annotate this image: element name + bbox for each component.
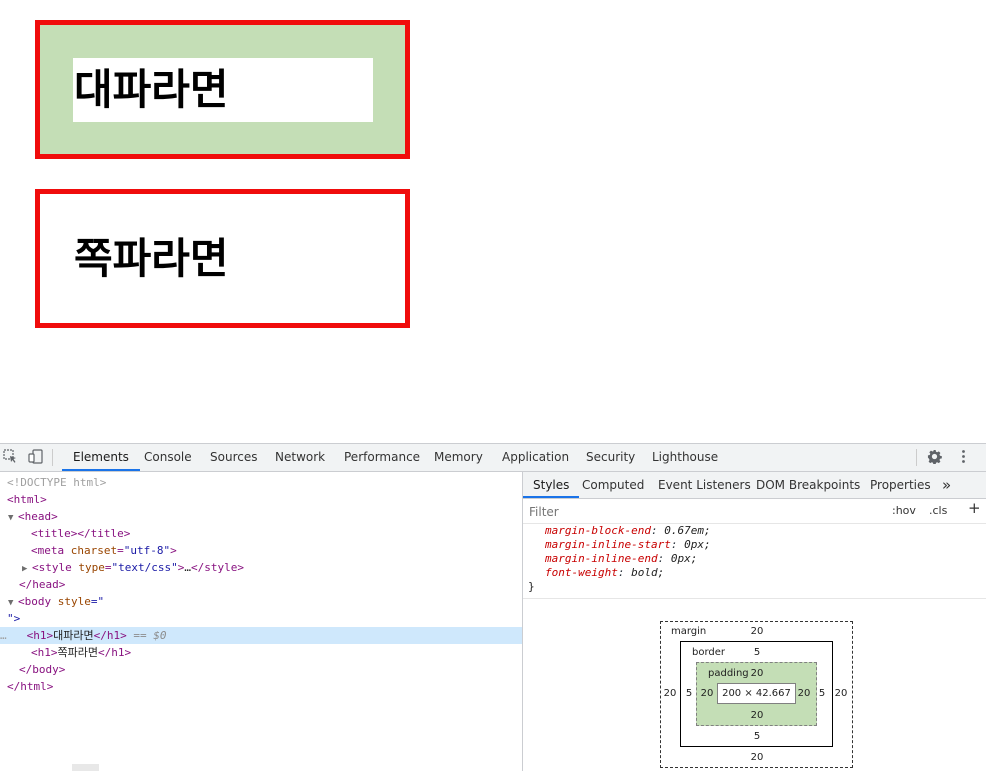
tree-meta[interactable]: <meta charset="utf-8"> <box>0 542 522 559</box>
margin-top-value[interactable]: 20 <box>745 626 769 637</box>
meta-attr-value: "utf-8" <box>123 544 171 557</box>
heading-1: 대파라면 <box>74 65 229 114</box>
content-area-2: 쪽파라면 <box>73 227 373 291</box>
css-declaration[interactable]: margin-inline-end: 0px; <box>545 552 697 566</box>
tab-security[interactable]: Security <box>586 444 635 471</box>
css-declaration[interactable]: margin-inline-start: 0px; <box>545 538 711 552</box>
tree-doctype[interactable]: <!DOCTYPE html> <box>0 474 522 491</box>
border-top-value[interactable]: 5 <box>745 647 769 658</box>
css-declaration[interactable]: margin-block-end: 0.67em; <box>545 524 711 538</box>
tree-body-close[interactable]: </body> <box>0 661 522 678</box>
tree-h1-second[interactable]: <h1>쪽파라면</h1> <box>0 644 522 661</box>
tab-performance[interactable]: Performance <box>344 444 420 471</box>
side-tabs: Styles Computed Event Listeners DOM Brea… <box>523 472 986 499</box>
border-left-value[interactable]: 5 <box>684 688 694 699</box>
tree-body[interactable]: ▼ <body style=" <box>0 593 522 610</box>
device-toggle-icon[interactable] <box>27 449 44 466</box>
title-tag: <title></title> <box>31 527 131 540</box>
content-size-value[interactable]: 200 × 42.667 <box>718 688 795 699</box>
tree-h1-selected[interactable]: … <h1>대파라면</h1> == $0 <box>0 627 522 644</box>
cls-button[interactable]: .cls <box>929 503 947 519</box>
tab-sources[interactable]: Sources <box>210 444 257 471</box>
style-close-tag: </style> <box>190 561 244 574</box>
filter-bar: :hov .cls + <box>523 499 986 524</box>
tab-elements[interactable]: Elements <box>62 444 140 471</box>
style-attr-name: type <box>78 561 105 574</box>
padding-left-value[interactable]: 20 <box>699 688 715 699</box>
style-ellipsis: … <box>184 561 191 574</box>
heading-box-1: 대파라면 <box>35 20 410 159</box>
tree-title[interactable]: <title></title> <box>0 525 522 542</box>
heading-box-2: 쪽파라면 <box>35 189 410 328</box>
styles-pane: Styles Computed Event Listeners DOM Brea… <box>523 472 986 771</box>
toolbar-divider-right <box>916 449 917 466</box>
margin-label: margin <box>671 626 707 637</box>
tab-event-listeners[interactable]: Event Listeners <box>658 472 751 498</box>
head-open-tag: <head> <box>18 510 58 523</box>
tree-head-close[interactable]: </head> <box>0 576 522 593</box>
body-attr-open: =" <box>90 595 105 608</box>
body-close-tag: </body> <box>19 663 66 676</box>
head-close-tag: </head> <box>19 578 66 591</box>
padding-right-value[interactable]: 20 <box>796 688 812 699</box>
tab-console[interactable]: Console <box>144 444 192 471</box>
html-close-tag: </html> <box>7 680 54 693</box>
meta-tag-name: meta <box>37 544 65 557</box>
tab-network[interactable]: Network <box>275 444 325 471</box>
border-right-value[interactable]: 5 <box>817 688 827 699</box>
h1-second-text: 쪽파라면 <box>57 646 98 659</box>
body-tag-name: body <box>24 595 52 608</box>
html-open-tag: <html> <box>7 493 47 506</box>
elements-tree: <!DOCTYPE html> <html> ▼ <head> <title></… <box>0 472 523 771</box>
tree-style[interactable]: ▶ <style type="text/css">…</style> <box>0 559 522 576</box>
body-attr-name: style <box>57 595 91 608</box>
padding-label: padding <box>708 668 749 679</box>
tab-styles[interactable]: Styles <box>523 472 580 498</box>
margin-left-value[interactable]: 20 <box>663 688 677 699</box>
style-tag-name: style <box>38 561 72 574</box>
toolbar-divider <box>52 449 53 466</box>
kebab-menu-icon[interactable] <box>955 449 972 466</box>
h1-first-text: 대파라면 <box>53 629 94 642</box>
selected-marker: == $0 <box>133 629 167 642</box>
border-bottom-value[interactable]: 5 <box>745 731 769 742</box>
row-dots[interactable]: … <box>0 629 7 642</box>
filter-input[interactable] <box>527 502 881 521</box>
padding-bottom-value[interactable]: 20 <box>747 710 767 721</box>
tree-html[interactable]: <html> <box>0 491 522 508</box>
tree-html-close[interactable]: </html> <box>0 678 522 695</box>
padding-top-value[interactable]: 20 <box>747 668 767 679</box>
devtools-toolbar: Elements Console Sources Network Perform… <box>0 444 986 472</box>
tree-body-attr-end[interactable]: "> <box>0 610 522 627</box>
margin-bottom-value[interactable]: 20 <box>745 752 769 763</box>
devtools-panel: Elements Console Sources Network Perform… <box>0 443 986 771</box>
hov-button[interactable]: :hov <box>892 503 916 519</box>
tree-head[interactable]: ▼ <head> <box>0 508 522 525</box>
border-label: border <box>692 647 726 658</box>
inspect-element-icon[interactable] <box>2 449 19 466</box>
tab-application[interactable]: Application <box>502 444 569 471</box>
doctype-text: <!DOCTYPE html> <box>7 476 107 489</box>
add-rule-icon[interactable]: + <box>968 500 981 516</box>
gear-icon[interactable] <box>926 449 943 466</box>
style-attr-value: "text/css" <box>111 561 178 574</box>
css-declaration[interactable]: font-weight: bold; <box>545 566 664 580</box>
heading-2: 쪽파라면 <box>74 234 229 283</box>
tab-properties[interactable]: Properties <box>870 472 931 498</box>
closing-brace: } <box>528 580 535 593</box>
tab-lighthouse[interactable]: Lighthouse <box>652 444 718 471</box>
css-rules: margin-block-end: 0.67em; margin-inline-… <box>523 524 986 599</box>
body-attr-close: "> <box>7 612 21 625</box>
tab-memory[interactable]: Memory <box>434 444 483 471</box>
tab-dom-breakpoints[interactable]: DOM Breakpoints <box>756 472 860 498</box>
meta-attr-name: charset <box>70 544 118 557</box>
tab-computed[interactable]: Computed <box>582 472 644 498</box>
margin-right-value[interactable]: 20 <box>834 688 848 699</box>
content-highlight: 대파라면 <box>73 58 373 122</box>
more-tabs-icon[interactable]: » <box>942 472 951 498</box>
